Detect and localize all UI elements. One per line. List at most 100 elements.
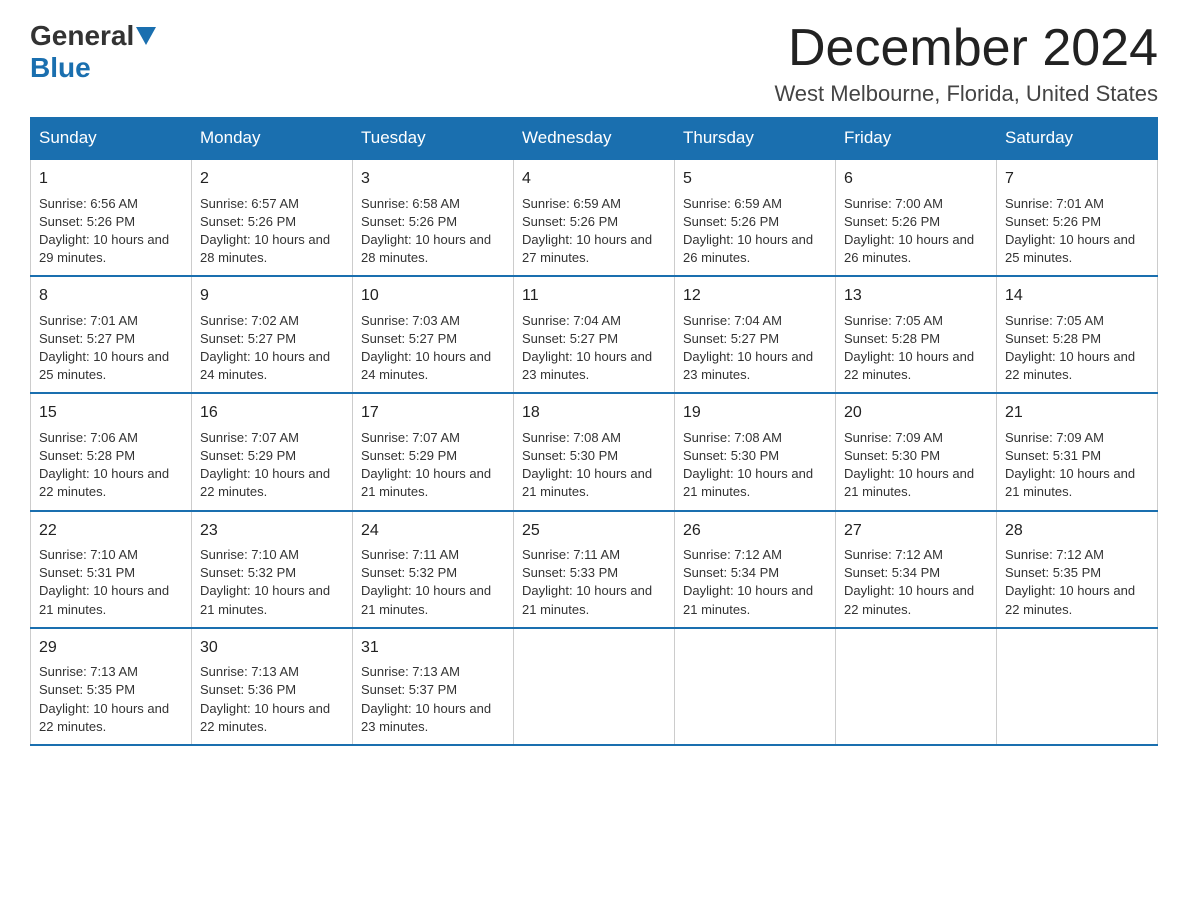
sunrise-label: Sunrise: 7:10 AM [39, 547, 138, 562]
daylight-label: Daylight: 10 hours and 21 minutes. [39, 583, 169, 616]
daylight-label: Daylight: 10 hours and 27 minutes. [522, 232, 652, 265]
daylight-label: Daylight: 10 hours and 21 minutes. [1005, 466, 1135, 499]
calendar-day-cell [997, 628, 1158, 745]
month-title: December 2024 [774, 20, 1158, 77]
sunset-label: Sunset: 5:26 PM [1005, 214, 1101, 229]
sunrise-label: Sunrise: 7:13 AM [200, 664, 299, 679]
location-title: West Melbourne, Florida, United States [774, 81, 1158, 107]
sunrise-label: Sunrise: 7:09 AM [844, 430, 943, 445]
calendar-table: SundayMondayTuesdayWednesdayThursdayFrid… [30, 117, 1158, 746]
day-number: 20 [844, 402, 988, 424]
sunrise-label: Sunrise: 7:11 AM [522, 547, 620, 562]
calendar-week-row: 8 Sunrise: 7:01 AM Sunset: 5:27 PM Dayli… [31, 276, 1158, 393]
day-number: 27 [844, 520, 988, 542]
calendar-day-cell: 6 Sunrise: 7:00 AM Sunset: 5:26 PM Dayli… [836, 159, 997, 276]
daylight-label: Daylight: 10 hours and 21 minutes. [683, 466, 813, 499]
day-number: 6 [844, 168, 988, 190]
sunset-label: Sunset: 5:27 PM [200, 331, 296, 346]
sunset-label: Sunset: 5:31 PM [39, 565, 135, 580]
calendar-week-row: 15 Sunrise: 7:06 AM Sunset: 5:28 PM Dayl… [31, 393, 1158, 510]
daylight-label: Daylight: 10 hours and 22 minutes. [1005, 583, 1135, 616]
calendar-day-cell: 7 Sunrise: 7:01 AM Sunset: 5:26 PM Dayli… [997, 159, 1158, 276]
day-number: 26 [683, 520, 827, 542]
calendar-day-cell: 13 Sunrise: 7:05 AM Sunset: 5:28 PM Dayl… [836, 276, 997, 393]
calendar-day-cell: 4 Sunrise: 6:59 AM Sunset: 5:26 PM Dayli… [514, 159, 675, 276]
day-number: 13 [844, 285, 988, 307]
sunrise-label: Sunrise: 7:09 AM [1005, 430, 1104, 445]
day-number: 4 [522, 168, 666, 190]
daylight-label: Daylight: 10 hours and 22 minutes. [844, 349, 974, 382]
sunrise-label: Sunrise: 6:56 AM [39, 196, 138, 211]
sunrise-label: Sunrise: 7:07 AM [200, 430, 299, 445]
sunrise-label: Sunrise: 7:02 AM [200, 313, 299, 328]
day-number: 8 [39, 285, 183, 307]
sunset-label: Sunset: 5:34 PM [844, 565, 940, 580]
daylight-label: Daylight: 10 hours and 23 minutes. [361, 701, 491, 734]
sunset-label: Sunset: 5:27 PM [39, 331, 135, 346]
calendar-day-cell: 25 Sunrise: 7:11 AM Sunset: 5:33 PM Dayl… [514, 511, 675, 628]
day-number: 28 [1005, 520, 1149, 542]
daylight-label: Daylight: 10 hours and 23 minutes. [683, 349, 813, 382]
title-section: December 2024 West Melbourne, Florida, U… [774, 20, 1158, 107]
sunrise-label: Sunrise: 7:08 AM [522, 430, 621, 445]
calendar-day-cell: 27 Sunrise: 7:12 AM Sunset: 5:34 PM Dayl… [836, 511, 997, 628]
logo: General Blue [30, 20, 158, 84]
day-number: 15 [39, 402, 183, 424]
daylight-label: Daylight: 10 hours and 21 minutes. [683, 583, 813, 616]
daylight-label: Daylight: 10 hours and 25 minutes. [39, 349, 169, 382]
logo-blue-text: Blue [30, 52, 91, 83]
day-number: 19 [683, 402, 827, 424]
logo-general-text: General [30, 20, 134, 52]
day-number: 5 [683, 168, 827, 190]
day-header-wednesday: Wednesday [514, 118, 675, 160]
day-number: 7 [1005, 168, 1149, 190]
sunrise-label: Sunrise: 7:00 AM [844, 196, 943, 211]
sunset-label: Sunset: 5:35 PM [39, 682, 135, 697]
calendar-day-cell: 22 Sunrise: 7:10 AM Sunset: 5:31 PM Dayl… [31, 511, 192, 628]
day-header-sunday: Sunday [31, 118, 192, 160]
sunset-label: Sunset: 5:26 PM [844, 214, 940, 229]
calendar-day-cell: 20 Sunrise: 7:09 AM Sunset: 5:30 PM Dayl… [836, 393, 997, 510]
daylight-label: Daylight: 10 hours and 22 minutes. [200, 701, 330, 734]
calendar-day-cell: 29 Sunrise: 7:13 AM Sunset: 5:35 PM Dayl… [31, 628, 192, 745]
calendar-day-cell: 10 Sunrise: 7:03 AM Sunset: 5:27 PM Dayl… [353, 276, 514, 393]
sunset-label: Sunset: 5:34 PM [683, 565, 779, 580]
sunrise-label: Sunrise: 7:01 AM [39, 313, 138, 328]
daylight-label: Daylight: 10 hours and 24 minutes. [200, 349, 330, 382]
daylight-label: Daylight: 10 hours and 21 minutes. [200, 583, 330, 616]
sunset-label: Sunset: 5:30 PM [683, 448, 779, 463]
sunrise-label: Sunrise: 7:03 AM [361, 313, 460, 328]
day-number: 25 [522, 520, 666, 542]
day-header-tuesday: Tuesday [353, 118, 514, 160]
sunset-label: Sunset: 5:33 PM [522, 565, 618, 580]
calendar-day-cell: 1 Sunrise: 6:56 AM Sunset: 5:26 PM Dayli… [31, 159, 192, 276]
sunset-label: Sunset: 5:26 PM [39, 214, 135, 229]
sunrise-label: Sunrise: 7:01 AM [1005, 196, 1104, 211]
day-number: 14 [1005, 285, 1149, 307]
sunset-label: Sunset: 5:26 PM [522, 214, 618, 229]
sunrise-label: Sunrise: 7:10 AM [200, 547, 299, 562]
sunrise-label: Sunrise: 7:07 AM [361, 430, 460, 445]
sunrise-label: Sunrise: 7:08 AM [683, 430, 782, 445]
daylight-label: Daylight: 10 hours and 28 minutes. [361, 232, 491, 265]
sunrise-label: Sunrise: 7:06 AM [39, 430, 138, 445]
calendar-day-cell: 17 Sunrise: 7:07 AM Sunset: 5:29 PM Dayl… [353, 393, 514, 510]
daylight-label: Daylight: 10 hours and 28 minutes. [200, 232, 330, 265]
sunrise-label: Sunrise: 6:59 AM [522, 196, 621, 211]
calendar-day-cell: 23 Sunrise: 7:10 AM Sunset: 5:32 PM Dayl… [192, 511, 353, 628]
day-number: 16 [200, 402, 344, 424]
calendar-day-cell: 11 Sunrise: 7:04 AM Sunset: 5:27 PM Dayl… [514, 276, 675, 393]
daylight-label: Daylight: 10 hours and 22 minutes. [200, 466, 330, 499]
daylight-label: Daylight: 10 hours and 22 minutes. [1005, 349, 1135, 382]
sunrise-label: Sunrise: 7:05 AM [1005, 313, 1104, 328]
calendar-day-cell: 2 Sunrise: 6:57 AM Sunset: 5:26 PM Dayli… [192, 159, 353, 276]
day-number: 31 [361, 637, 505, 659]
day-number: 3 [361, 168, 505, 190]
day-number: 29 [39, 637, 183, 659]
daylight-label: Daylight: 10 hours and 21 minutes. [361, 583, 491, 616]
calendar-day-cell [836, 628, 997, 745]
page-header: General Blue December 2024 West Melbourn… [30, 20, 1158, 107]
calendar-week-row: 29 Sunrise: 7:13 AM Sunset: 5:35 PM Dayl… [31, 628, 1158, 745]
day-number: 21 [1005, 402, 1149, 424]
calendar-day-cell: 18 Sunrise: 7:08 AM Sunset: 5:30 PM Dayl… [514, 393, 675, 510]
